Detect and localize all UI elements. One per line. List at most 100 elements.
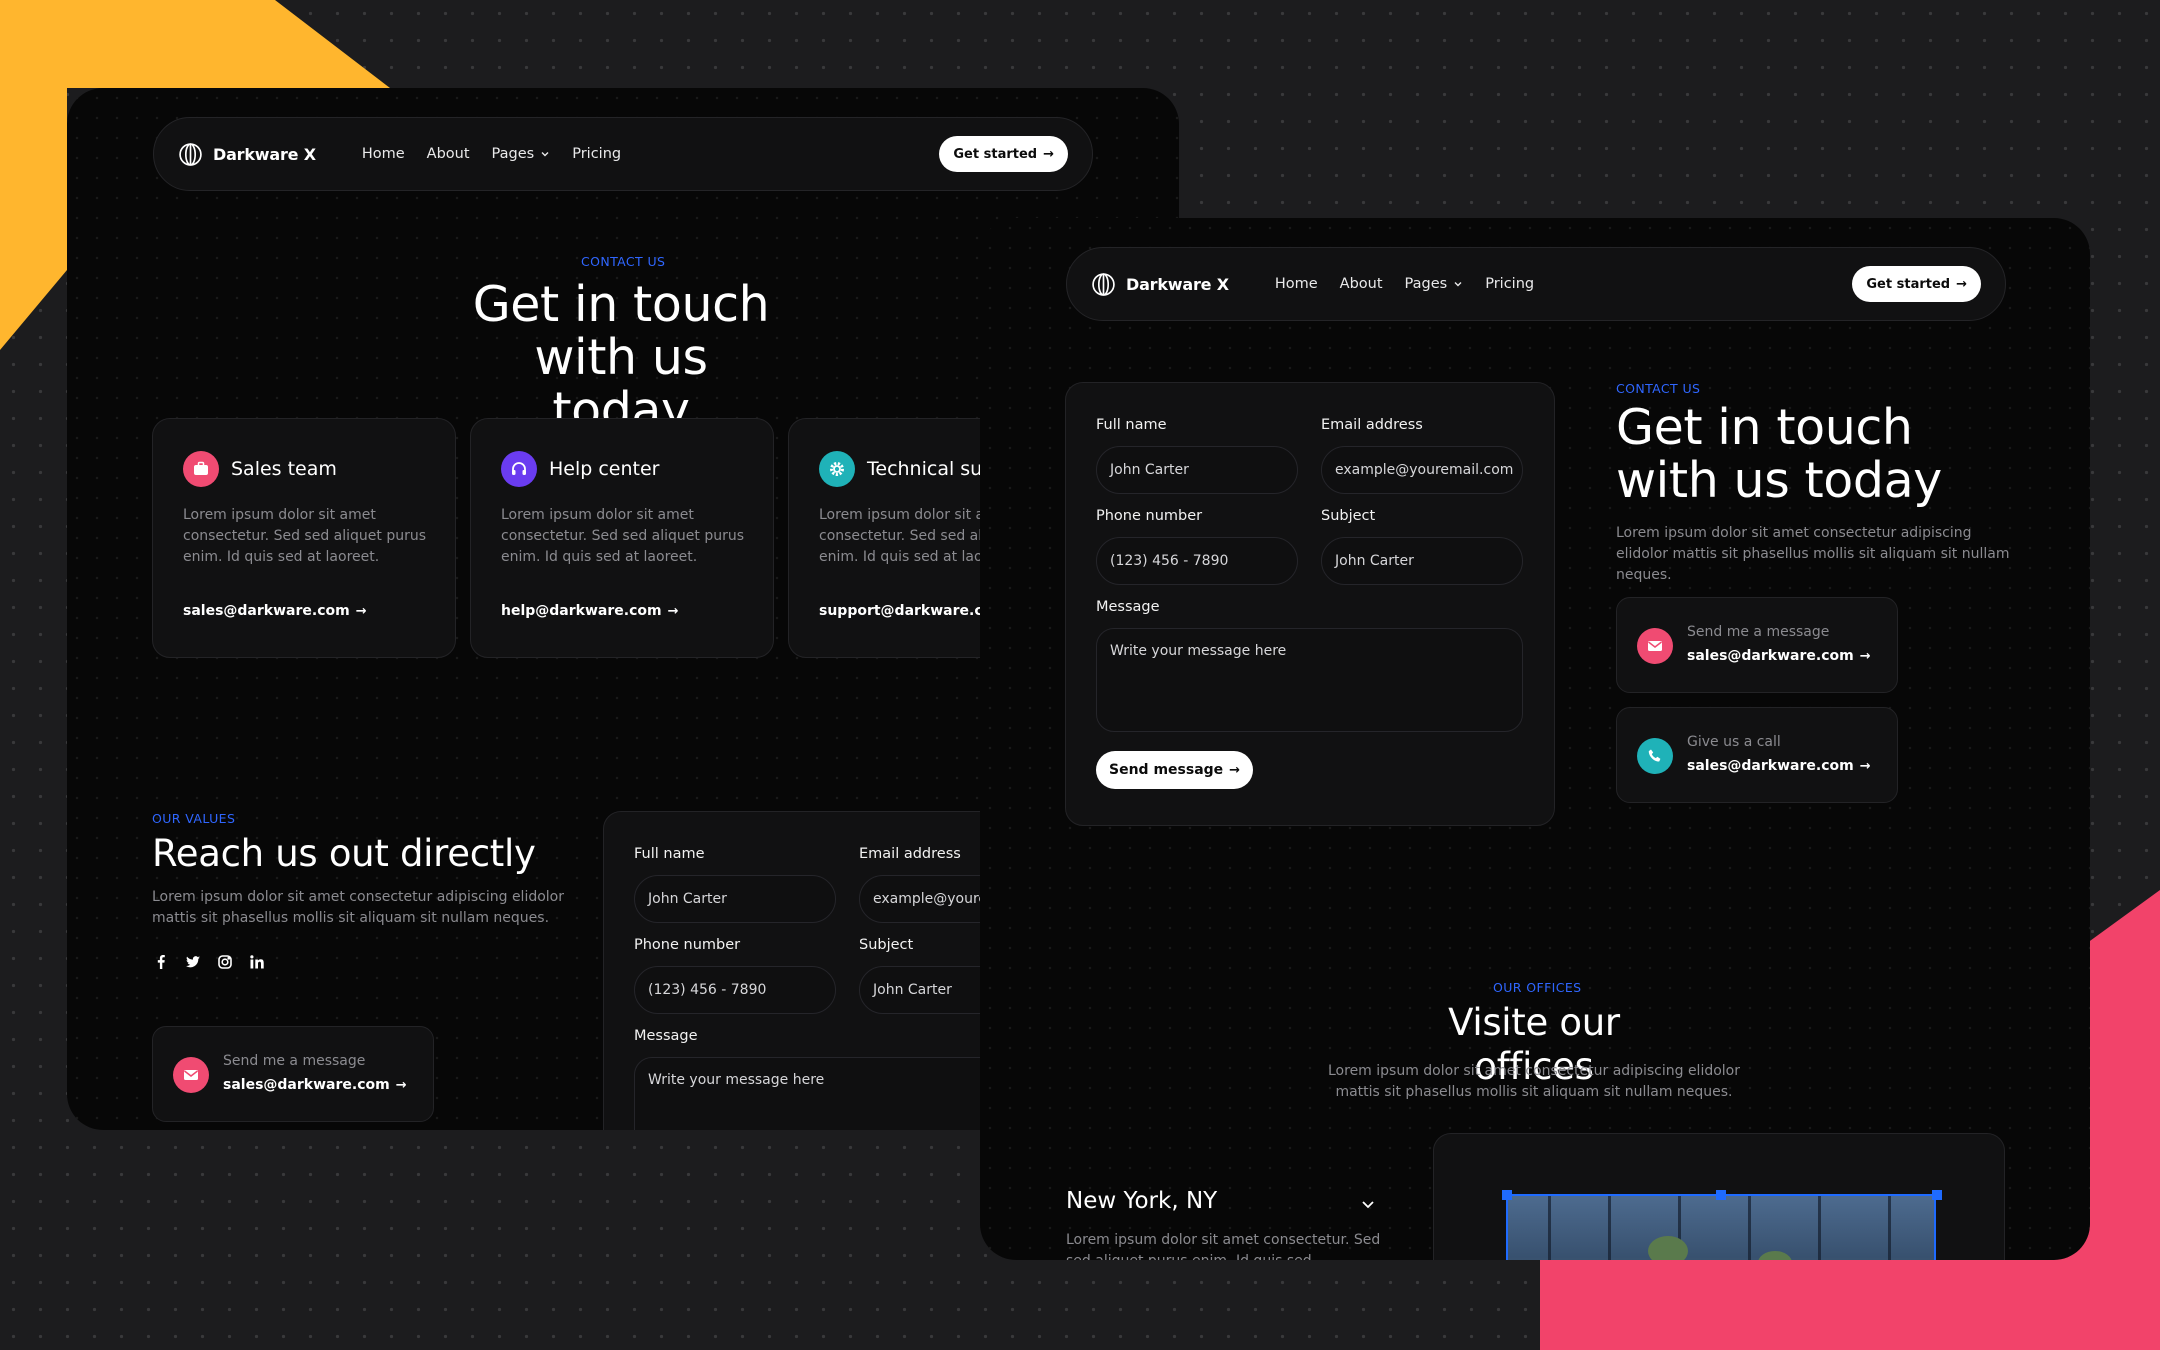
- gear-icon: [819, 451, 855, 487]
- send-message-card[interactable]: Send me a message sales@darkware.com →: [1616, 597, 1898, 693]
- send-message-email-text: sales@darkware.com: [1687, 648, 1854, 664]
- phone-input[interactable]: (123) 456 - 7890: [634, 966, 836, 1014]
- arrow-right-icon: →: [395, 1078, 407, 1093]
- send-message-label: Send me a message: [223, 1053, 366, 1069]
- arrow-right-icon: →: [1859, 649, 1871, 664]
- contact-card-sales: Sales team Lorem ipsum dolor sit amet co…: [152, 418, 456, 658]
- email-label: Email address: [859, 846, 961, 862]
- nav-link-pricing[interactable]: Pricing: [1485, 276, 1534, 292]
- contact-page-window-right: Darkware X Home About Pages Pricing Get …: [980, 218, 2090, 1260]
- phone-label: Phone number: [1096, 508, 1203, 524]
- subject-label: Subject: [1321, 508, 1376, 524]
- arrow-right-icon: →: [1956, 276, 1967, 292]
- selection-handle[interactable]: [1716, 1190, 1726, 1200]
- card-email-link[interactable]: help@darkware.com →: [501, 603, 678, 619]
- mail-icon: [1637, 628, 1673, 664]
- send-message-card[interactable]: Send me a message sales@darkware.com →: [152, 1026, 434, 1122]
- facebook-icon[interactable]: [153, 954, 169, 970]
- arrow-right-icon: →: [1859, 759, 1871, 774]
- get-started-button[interactable]: Get started →: [1852, 266, 1981, 302]
- hero-title: Get in touch with us today: [1616, 401, 1996, 507]
- nav-link-home[interactable]: Home: [1275, 276, 1318, 292]
- office-new-york-text: Lorem ipsum dolor sit amet consectetur. …: [1066, 1232, 1381, 1260]
- full-name-input[interactable]: John Carter: [634, 875, 836, 923]
- full-name-input[interactable]: John Carter: [1096, 446, 1298, 494]
- offices-eyebrow: OUR OFFICES: [1493, 980, 1582, 995]
- values-text: Lorem ipsum dolor sit amet consectetur a…: [152, 889, 564, 926]
- brand[interactable]: Darkware X: [1091, 272, 1229, 297]
- nav-link-home[interactable]: Home: [362, 146, 405, 162]
- card-email-link[interactable]: sales@darkware.com →: [183, 603, 367, 619]
- send-message-email-text: sales@darkware.com: [223, 1077, 390, 1093]
- brand[interactable]: Darkware X: [178, 142, 316, 167]
- linkedin-icon[interactable]: [249, 954, 265, 970]
- nav-link-about[interactable]: About: [427, 146, 470, 162]
- chevron-down-icon: [541, 152, 549, 157]
- get-started-button[interactable]: Get started →: [939, 136, 1068, 172]
- email-label: Email address: [1321, 417, 1423, 433]
- contact-form: Full name John Carter Email address exam…: [1065, 382, 1555, 826]
- arrow-right-icon: →: [1229, 762, 1241, 778]
- navbar: Darkware X Home About Pages Pricing Get …: [1066, 247, 2006, 321]
- nav-link-pages-label: Pages: [1404, 276, 1448, 292]
- call-link[interactable]: sales@darkware.com →: [1687, 758, 1871, 774]
- hero-title-line1: Get in touch: [472, 276, 770, 333]
- phone-input[interactable]: (123) 456 - 7890: [1096, 537, 1298, 585]
- instagram-icon[interactable]: [217, 954, 233, 970]
- office-new-york-title[interactable]: New York, NY: [1066, 1188, 1217, 1214]
- nav-links: Home About Pages Pricing: [362, 146, 621, 162]
- offices-text-line1: Lorem ipsum dolor sit amet consectetur a…: [1328, 1063, 1740, 1079]
- nav-link-pricing[interactable]: Pricing: [572, 146, 621, 162]
- send-message-email[interactable]: sales@darkware.com →: [223, 1077, 407, 1093]
- card-text: Lorem ipsum dolor sit amet consectetur. …: [183, 507, 427, 565]
- message-textarea[interactable]: Write your message here: [1096, 628, 1523, 732]
- nav-link-about[interactable]: About: [1340, 276, 1383, 292]
- selection-handle[interactable]: [1502, 1190, 1512, 1200]
- subject-input[interactable]: John Carter: [1321, 537, 1523, 585]
- brand-name: Darkware X: [213, 144, 316, 164]
- email-input[interactable]: example@youremail.com: [1321, 446, 1523, 494]
- card-title: Sales team: [231, 458, 337, 480]
- card-email: support@darkware.com: [819, 603, 1007, 619]
- nav-link-pages[interactable]: Pages: [1405, 276, 1464, 292]
- hero-title-line2: with us today: [1616, 452, 1942, 509]
- get-started-label: Get started: [953, 146, 1038, 162]
- arrow-right-icon: →: [667, 604, 679, 619]
- values-eyebrow: OUR VALUES: [152, 811, 236, 826]
- send-message-label: Send me a message: [1687, 624, 1830, 640]
- call-label: Give us a call: [1687, 734, 1781, 750]
- navbar: Darkware X Home About Pages Pricing Get …: [153, 117, 1093, 191]
- hero-title-line1: Get in touch: [1616, 399, 1913, 456]
- chevron-down-icon: [1454, 282, 1462, 287]
- send-message-button[interactable]: Send message →: [1096, 751, 1254, 789]
- arrow-right-icon: →: [1043, 146, 1054, 162]
- card-title: Help center: [549, 458, 660, 480]
- full-name-label: Full name: [634, 846, 705, 862]
- brand-name: Darkware X: [1126, 274, 1229, 294]
- send-message-button-label: Send message: [1109, 762, 1224, 778]
- phone-label: Phone number: [634, 937, 741, 953]
- values-title: Reach us out directly: [152, 832, 536, 875]
- hero-eyebrow: CONTACT US: [581, 254, 666, 269]
- nav-links: Home About Pages Pricing: [1275, 276, 1534, 292]
- twitter-icon[interactable]: [185, 954, 201, 970]
- subject-label: Subject: [859, 937, 914, 953]
- nav-link-pages-label: Pages: [491, 146, 535, 162]
- headset-icon: [501, 451, 537, 487]
- offices-text: Lorem ipsum dolor sit amet consectetur a…: [1314, 1061, 1754, 1103]
- nav-link-pages[interactable]: Pages: [492, 146, 551, 162]
- offices-text-line2: mattis sit phasellus mollis sit aliquam …: [1335, 1084, 1733, 1100]
- send-message-email[interactable]: sales@darkware.com →: [1687, 648, 1871, 664]
- briefcase-icon: [183, 451, 219, 487]
- get-started-label: Get started: [1866, 276, 1951, 292]
- office-image-panel: [1433, 1133, 2005, 1260]
- globe-icon: [179, 142, 202, 166]
- selection-handle[interactable]: [1932, 1190, 1942, 1200]
- message-label: Message: [634, 1028, 698, 1044]
- card-email: help@darkware.com: [501, 603, 662, 619]
- message-label: Message: [1096, 599, 1160, 615]
- arrow-right-icon: →: [355, 604, 367, 619]
- hero-eyebrow: CONTACT US: [1616, 381, 1701, 396]
- chevron-down-icon[interactable]: [1360, 1196, 1376, 1212]
- call-card[interactable]: Give us a call sales@darkware.com →: [1616, 707, 1898, 803]
